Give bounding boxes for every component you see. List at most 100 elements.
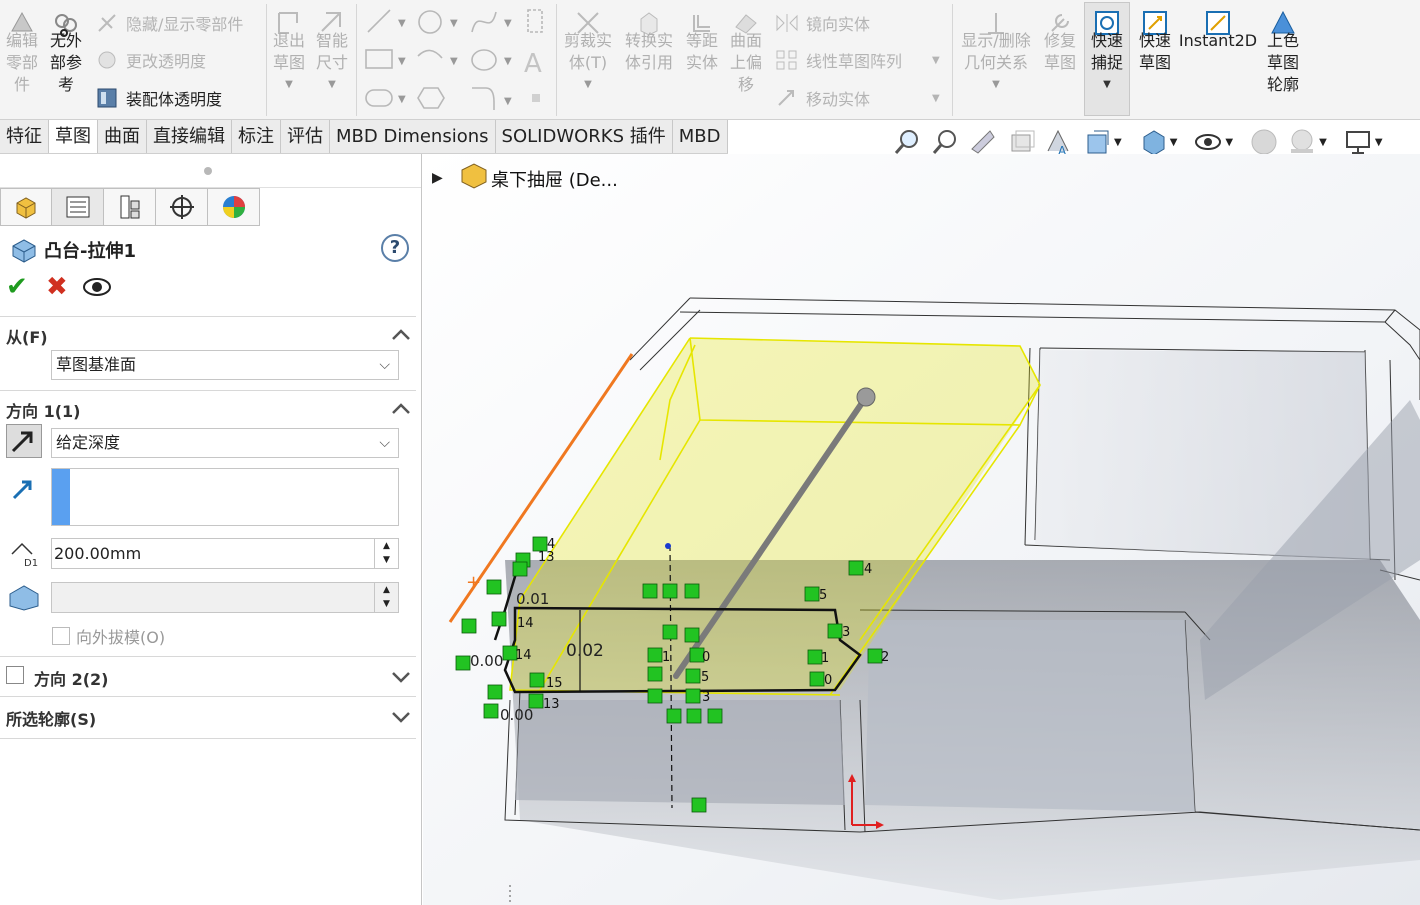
edit-part-button[interactable]: 编辑 零部 件 [4, 8, 40, 96]
no-external-references-button[interactable]: 无外 部参 考 [46, 8, 86, 96]
preview-button[interactable] [82, 274, 112, 304]
direction2-checkbox[interactable] [6, 666, 24, 684]
tab-mbd[interactable]: MBD [673, 120, 728, 153]
view-settings-icon[interactable]: ▼ [1343, 127, 1391, 157]
svg-text:▼: ▼ [398, 94, 406, 105]
svg-text:13: 13 [543, 697, 560, 712]
configuration-manager-tab[interactable] [104, 188, 156, 226]
from-select[interactable]: 草图基准面 ⌵ [51, 350, 399, 380]
chevron-up-icon[interactable] [390, 326, 412, 342]
circle-tool-icon [418, 10, 442, 34]
panel-splitter[interactable] [0, 154, 421, 188]
tab-sketch[interactable]: 草图 [49, 120, 98, 153]
tab-direct-editing[interactable]: 直接编辑 [147, 120, 232, 153]
zoom-to-fit-icon[interactable] [892, 127, 922, 157]
quick-snaps-button[interactable]: 快速 捕捉 ▼ [1086, 8, 1128, 96]
hide-show-items-icon[interactable]: ▼ [1193, 127, 1241, 157]
direction1-section-header[interactable]: 方向 1(1) [0, 398, 416, 422]
direction-selection-box[interactable] [51, 468, 399, 526]
sketch-entities-grid[interactable]: ▼ ▼ ▼ ▼ ▼ ▼ A ▼ ▼ [360, 6, 552, 116]
smart-dimension-button[interactable]: 智能 尺寸 ▼ [313, 8, 351, 96]
move-dropdown-icon[interactable]: ▼ [932, 93, 940, 104]
tree-root-label[interactable]: 桌下抽屉 (De... [491, 166, 618, 192]
tab-evaluate[interactable]: 评估 [281, 120, 330, 153]
convert-entities-button[interactable]: 转换实 体引用 [620, 8, 678, 74]
offset-on-surface-button[interactable]: 曲面 上偏 移 [726, 8, 766, 96]
direction2-section-header[interactable]: 方向 2(2) [0, 664, 416, 690]
svg-text:D1: D1 [24, 558, 38, 568]
offset-entities-button[interactable]: 等距 实体 [682, 8, 722, 74]
quick-snap-dropdown-icon[interactable]: ▼ [1103, 74, 1111, 96]
eye-icon [83, 278, 111, 296]
exit-sketch-button[interactable]: 退出 草图 ▼ [270, 8, 308, 96]
section-view-icon[interactable] [1006, 127, 1036, 157]
help-icon[interactable]: ? [381, 234, 409, 262]
change-transparency-button[interactable]: 更改透明度 [92, 47, 206, 73]
chevron-up-icon[interactable] [390, 400, 412, 416]
end-condition-select[interactable]: 给定深度 ⌵ [51, 428, 399, 458]
property-manager-tab[interactable] [52, 188, 104, 226]
cancel-button[interactable]: ✖ [46, 274, 68, 300]
dimxpert-manager-tab[interactable] [156, 188, 208, 226]
svg-text:0: 0 [702, 650, 710, 665]
feature-manager-tab[interactable] [0, 188, 52, 226]
crosshair-icon [169, 195, 194, 219]
svg-text:▼: ▼ [504, 56, 512, 67]
rapid-sketch-button[interactable]: 快速 草图 [1134, 8, 1176, 74]
display-delete-relations-button[interactable]: 显示/删除 几何关系 ▼ [956, 8, 1036, 96]
hide-show-components-button[interactable]: 隐藏/显示零部件 [92, 10, 243, 36]
selected-contours-section-header[interactable]: 所选轮廓(S) [0, 706, 416, 730]
tab-features[interactable]: 特征 [0, 120, 49, 153]
chevron-down-icon[interactable] [390, 708, 412, 724]
draft-on-off-button[interactable] [6, 582, 40, 616]
relations-dropdown-icon[interactable]: ▼ [992, 74, 1000, 96]
manager-tabs [0, 188, 260, 228]
from-section-header[interactable]: 从(F) [0, 324, 416, 348]
depth-input[interactable]: 200.00mm ▲ ▼ [51, 538, 399, 569]
draft-angle-input[interactable]: ▲ ▼ [51, 582, 399, 613]
edit-appearance-icon[interactable] [1249, 127, 1279, 157]
ok-button[interactable]: ✔ [6, 274, 28, 300]
display-style-icon[interactable]: ▼ [1138, 127, 1186, 157]
instant2d-button[interactable]: Instant2D [1179, 8, 1257, 52]
tab-solidworks-addins[interactable]: SOLIDWORKS 插件 [496, 120, 673, 153]
draft-outward-checkbox[interactable] [52, 627, 70, 645]
move-entities-button[interactable]: 移动实体 ▼ [772, 85, 940, 111]
view-orientation-icon[interactable]: ▼ [1082, 127, 1130, 157]
model-view[interactable]: ▶ 0.02 0.01 0.00 0.00 413 45 32 10 1414 … [423, 154, 1420, 905]
svg-text:▼: ▼ [398, 18, 406, 29]
transparency-icon [92, 47, 122, 73]
chevron-down-icon[interactable] [390, 668, 412, 684]
previous-view-icon[interactable] [968, 127, 998, 157]
exit-sketch-dropdown-icon[interactable]: ▼ [285, 74, 293, 96]
depth-spinner[interactable]: ▲ ▼ [374, 539, 398, 568]
mirror-entities-button[interactable]: 镜向实体 [772, 10, 870, 36]
trim-dropdown-icon[interactable]: ▼ [584, 74, 592, 96]
zoom-to-area-icon[interactable] [930, 127, 960, 157]
repair-sketch-button[interactable]: 修复 草图 [1040, 8, 1080, 74]
selected-contours-label: 所选轮廓(S) [6, 710, 97, 729]
draft-outward-checkbox-row[interactable]: 向外拔模(O) [52, 624, 165, 648]
assembly-transparency-button[interactable]: 装配体透明度 [92, 85, 222, 111]
smart-dimension-dropdown-icon[interactable]: ▼ [328, 74, 336, 96]
svg-text:2: 2 [881, 650, 889, 665]
linear-pattern-dropdown-icon[interactable]: ▼ [932, 55, 940, 66]
graphics-area[interactable]: ▶ 0.02 0.01 0.00 0.00 4 13 4 5 3 2 1 0 1… [423, 154, 1420, 905]
edit-part-label: 编辑 零部 件 [5, 31, 38, 94]
apply-scene-icon[interactable]: ▼ [1287, 127, 1335, 157]
linear-sketch-pattern-button[interactable]: 线性草图阵列 ▼ [772, 47, 940, 73]
dynamic-annotation-icon[interactable]: A [1044, 127, 1074, 157]
shaded-sketch-contours-button[interactable]: 上色 草图 轮廓 [1262, 8, 1304, 96]
draft-spinner[interactable]: ▲ ▼ [374, 583, 398, 612]
ribbon-separator [266, 4, 267, 116]
svg-text:0: 0 [824, 673, 832, 688]
from-label: 从(F) [6, 328, 48, 347]
assembly-transparency-label: 装配体透明度 [126, 90, 223, 109]
smart-dimension-label: 智能 尺寸 [315, 31, 348, 72]
display-manager-tab[interactable] [208, 188, 260, 226]
tab-markup[interactable]: 标注 [232, 120, 281, 153]
tab-mbd-dimensions[interactable]: MBD Dimensions [330, 120, 496, 153]
tab-surfaces[interactable]: 曲面 [98, 120, 147, 153]
reverse-direction-button[interactable] [6, 424, 42, 458]
trim-entities-button[interactable]: 剪裁实 体(T) ▼ [560, 8, 616, 96]
